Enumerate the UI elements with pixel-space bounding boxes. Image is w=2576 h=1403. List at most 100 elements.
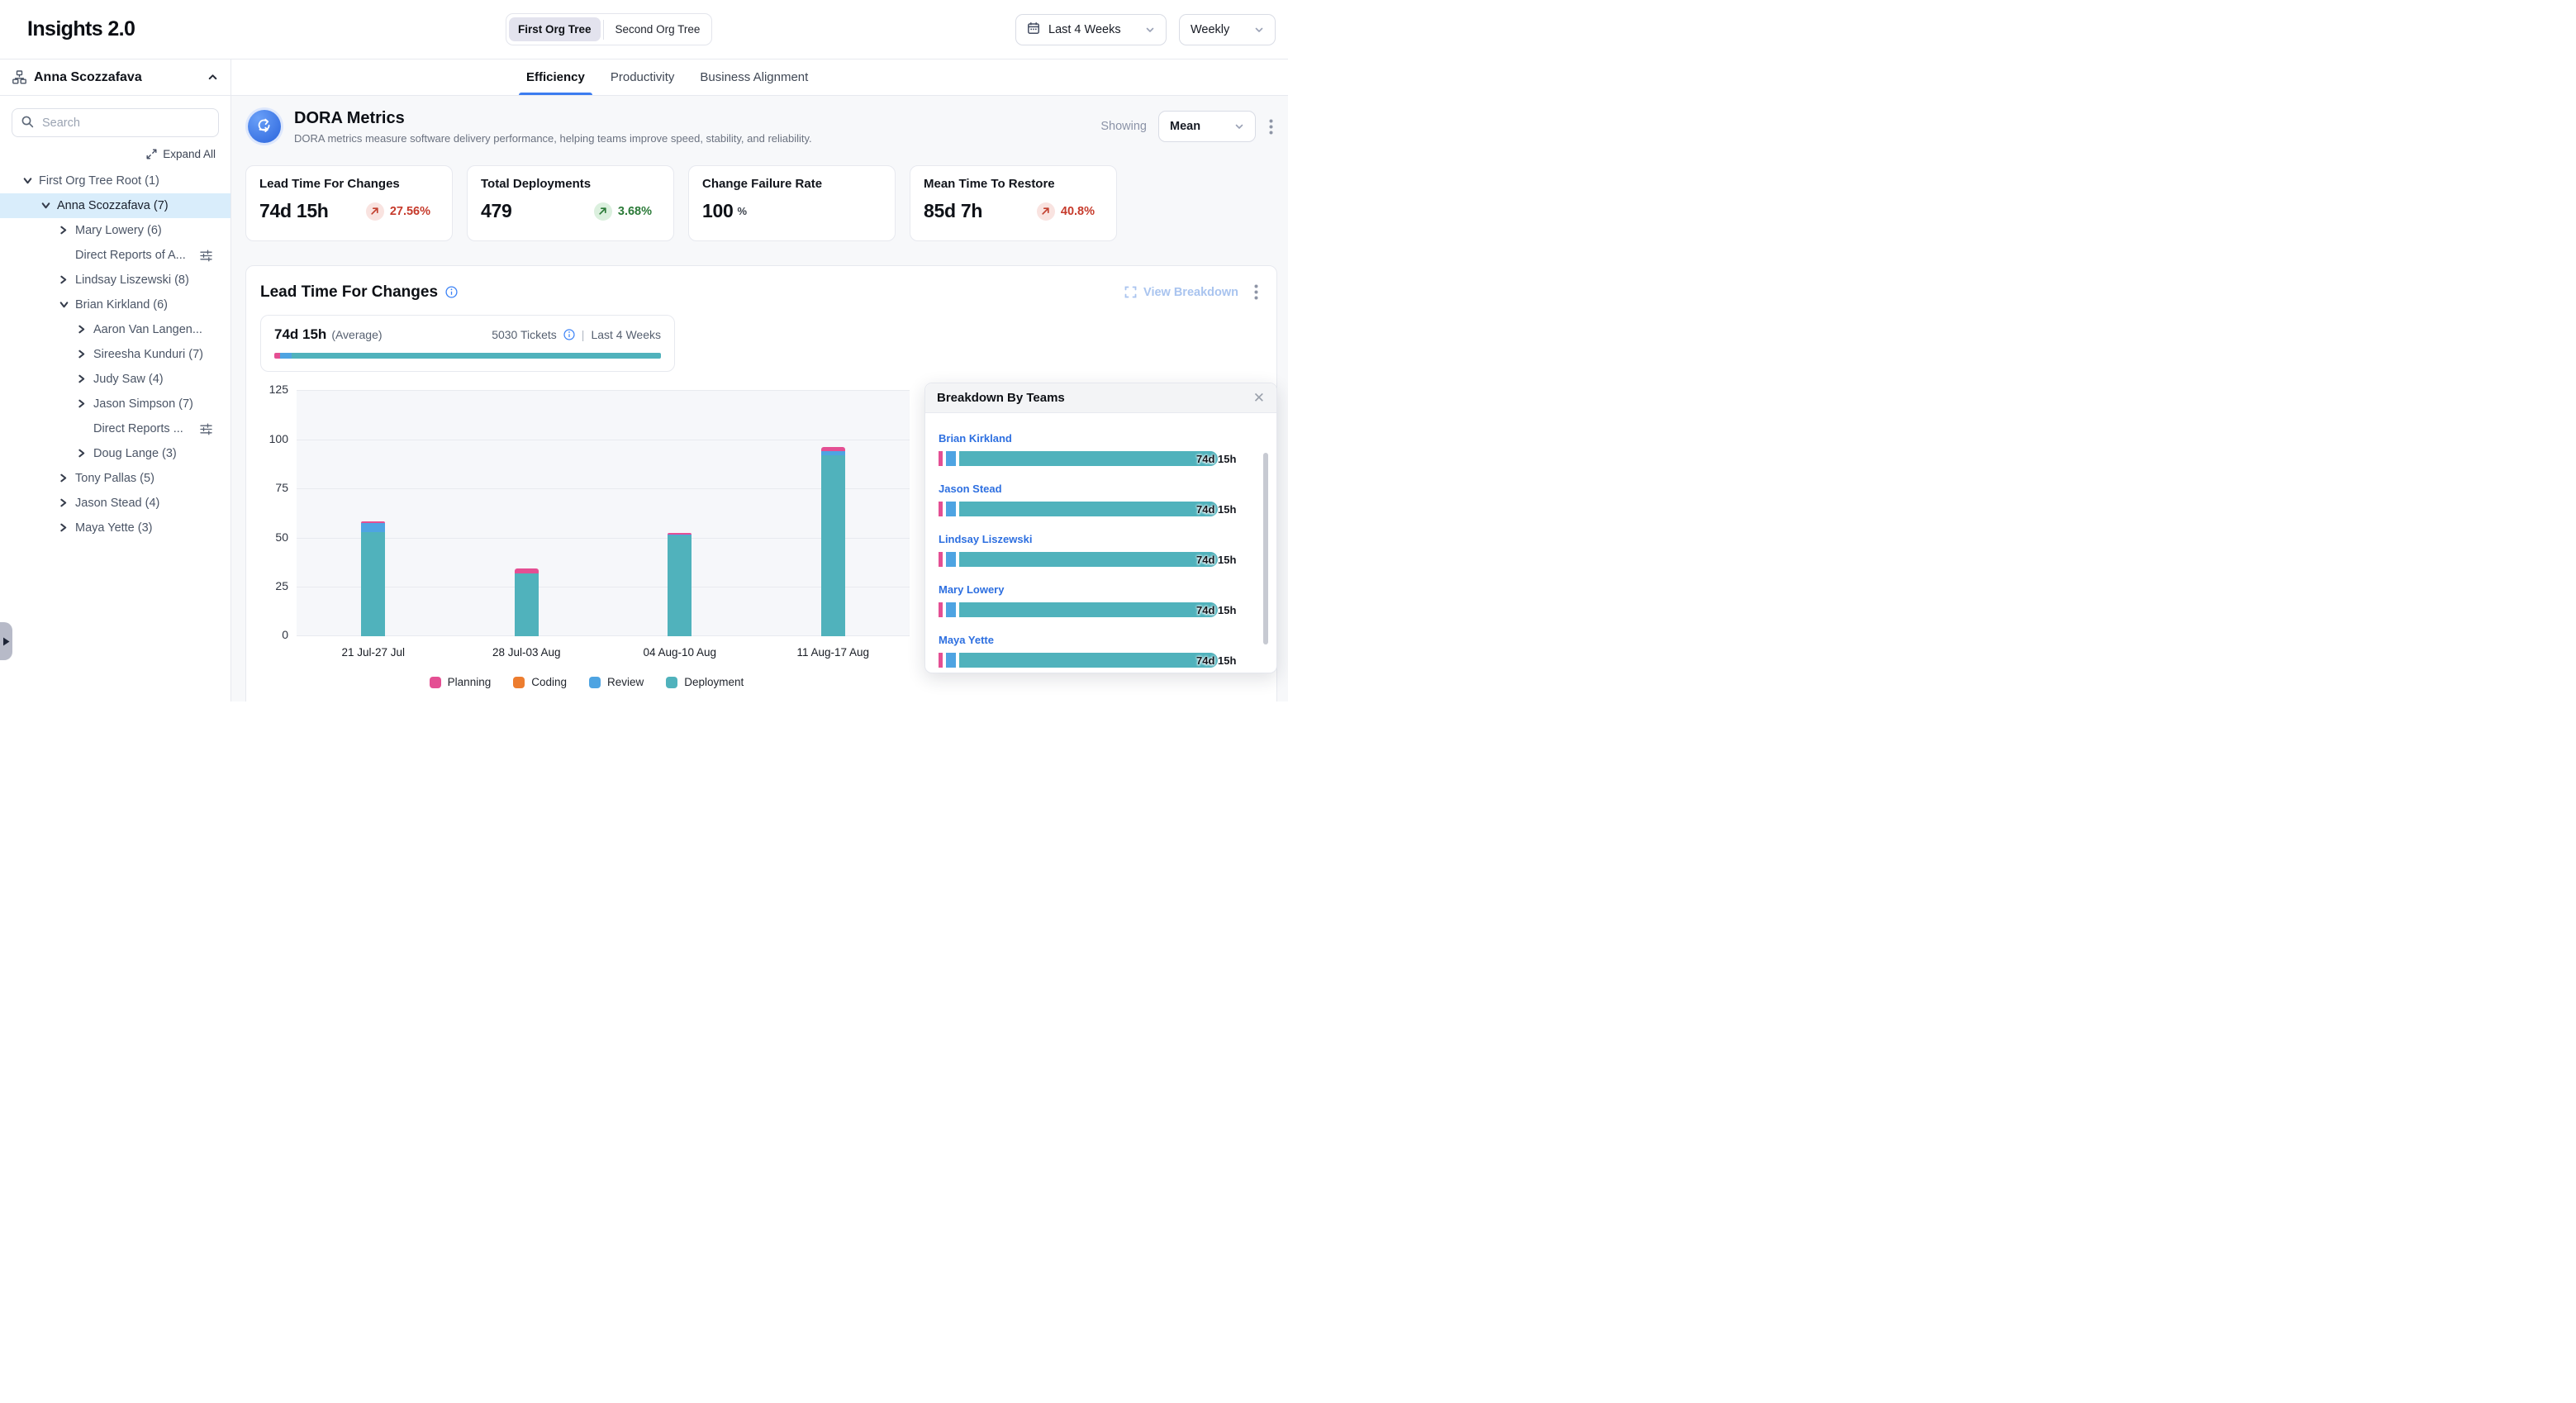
legend-swatch	[589, 677, 601, 688]
sidebar-item-tony-pallas-5[interactable]: Tony Pallas (5)	[0, 466, 231, 491]
chevron-right-icon[interactable]	[58, 225, 69, 236]
bar-segment-review	[361, 523, 385, 532]
close-icon[interactable]: ✕	[1253, 391, 1265, 405]
chevron-right-icon[interactable]	[58, 473, 69, 484]
chevron-down-icon[interactable]	[21, 175, 33, 187]
chevron-right-icon[interactable]	[58, 522, 69, 534]
breakdown-value: 74d 15h	[1196, 453, 1236, 465]
sidebar-item-maya-yette-3[interactable]: Maya Yette (3)	[0, 516, 231, 540]
summary-meta: 5030 Tickets | Last 4 Weeks	[492, 328, 661, 341]
breakdown-team-link[interactable]: Maya Yette	[939, 634, 994, 646]
info-icon[interactable]	[445, 286, 458, 298]
trend-badge: 40.8%	[1037, 202, 1095, 221]
legend-label: Deployment	[684, 676, 744, 688]
chevron-down-icon	[1145, 25, 1155, 35]
tab-bar: Efficiency Productivity Business Alignment	[231, 59, 1288, 96]
sidebar-item-jason-simpson-7[interactable]: Jason Simpson (7)	[0, 392, 231, 416]
chevron-right-icon[interactable]	[58, 497, 69, 509]
breakdown-stacked-bar: 74d 15h	[939, 602, 1218, 617]
legend-item-coding: Coding	[513, 676, 567, 688]
calendar-icon	[1027, 21, 1040, 38]
tab-efficiency[interactable]: Efficiency	[524, 59, 587, 95]
summary-bar-segment-deployment	[292, 353, 661, 359]
sidebar-item-sireesha-kunduri-7[interactable]: Sireesha Kunduri (7)	[0, 342, 231, 367]
sidebar-item-mary-lowery-6[interactable]: Mary Lowery (6)	[0, 218, 231, 243]
chart-bar-21-jul-27-jul	[361, 521, 385, 636]
kebab-menu-icon[interactable]	[1252, 283, 1260, 302]
sidebar-collapse-chevron[interactable]	[207, 72, 218, 83]
chevron-down-icon[interactable]	[40, 200, 51, 212]
breakdown-value: 74d 15h	[1196, 554, 1236, 566]
chevron-down-icon[interactable]	[58, 299, 69, 311]
legend-item-review: Review	[589, 676, 644, 688]
sidebar-item-direct-reports[interactable]: Direct Reports ...	[0, 416, 231, 441]
breakdown-team-link[interactable]: Lindsay Liszewski	[939, 533, 1032, 545]
legend-swatch	[666, 677, 677, 688]
date-range-dropdown[interactable]: Last 4 Weeks	[1015, 14, 1167, 45]
sidebar-item-anna-scozzafava-7[interactable]: Anna Scozzafava (7)	[0, 193, 231, 218]
bar-segment-deployment	[959, 602, 1218, 617]
tree-item-label: First Org Tree Root (1)	[39, 174, 159, 188]
breakdown-team-link[interactable]: Mary Lowery	[939, 583, 1004, 596]
sidebar-item-direct-reports-of-a[interactable]: Direct Reports of A...	[0, 243, 231, 268]
sidebar-item-lindsay-liszewski-8[interactable]: Lindsay Liszewski (8)	[0, 268, 231, 292]
breakdown-panel-title: Breakdown By Teams	[937, 391, 1065, 405]
filter-icon[interactable]	[200, 250, 212, 262]
info-icon[interactable]	[563, 329, 575, 340]
chevron-right-icon[interactable]	[76, 324, 88, 335]
app-window: Insights 2.0 First Org Tree Second Org T…	[0, 0, 1288, 702]
breakdown-row-mary-lowery: Mary Lowery 74d 15h	[939, 583, 1257, 617]
x-axis-label: 28 Jul-03 Aug	[452, 646, 601, 659]
chevron-down-icon	[1254, 25, 1264, 35]
chevron-right-icon[interactable]	[58, 274, 69, 286]
gridline	[297, 635, 910, 636]
breakdown-panel-header: Breakdown By Teams ✕	[925, 383, 1276, 413]
main-area: Efficiency Productivity Business Alignment…	[231, 59, 1288, 702]
tree-item-label: Sireesha Kunduri (7)	[93, 348, 203, 361]
sidebar-item-judy-saw-4[interactable]: Judy Saw (4)	[0, 367, 231, 392]
x-axis-label: 04 Aug-10 Aug	[606, 646, 754, 659]
sidebar-item-brian-kirkland-6[interactable]: Brian Kirkland (6)	[0, 292, 231, 317]
view-breakdown-button[interactable]: View Breakdown	[1124, 286, 1238, 299]
sidebar-expand-handle[interactable]	[0, 622, 12, 660]
bar-segment-deployment	[515, 573, 539, 636]
metric-card-title: Change Failure Rate	[702, 177, 882, 191]
sidebar-item-aaron-van-langen[interactable]: Aaron Van Langen...	[0, 317, 231, 342]
chevron-right-icon[interactable]	[76, 398, 88, 410]
org-tree-toggle-first[interactable]: First Org Tree	[509, 17, 601, 41]
org-tree: First Org Tree Root (1) Anna Scozzafava (…	[0, 164, 231, 545]
org-tree-toggle-second[interactable]: Second Org Tree	[606, 17, 710, 41]
bar-segment-deployment	[959, 451, 1218, 466]
bar-segment-review	[946, 552, 956, 567]
dora-titles: DORA Metrics DORA metrics measure softwa…	[294, 109, 812, 145]
caret-right-icon	[2, 637, 10, 646]
search-input[interactable]	[12, 108, 219, 137]
scrollbar-thumb[interactable]	[1263, 453, 1268, 644]
search-icon	[21, 115, 35, 133]
org-tree-icon	[12, 70, 26, 84]
chevron-right-icon[interactable]	[76, 373, 88, 385]
chevron-right-icon[interactable]	[76, 448, 88, 459]
chevron-right-icon[interactable]	[76, 349, 88, 360]
chart-bar-28-jul-03-aug	[515, 568, 539, 636]
tab-productivity[interactable]: Productivity	[608, 59, 677, 95]
sidebar-item-jason-stead-4[interactable]: Jason Stead (4)	[0, 491, 231, 516]
sidebar-item-doug-lange-3[interactable]: Doug Lange (3)	[0, 441, 231, 466]
expand-all-button[interactable]: Expand All	[146, 148, 216, 160]
breakdown-team-link[interactable]: Jason Stead	[939, 483, 1002, 495]
bar-segment-review	[946, 502, 956, 516]
filter-icon[interactable]	[200, 423, 212, 435]
bar-segment-review	[946, 451, 956, 466]
tab-business-alignment[interactable]: Business Alignment	[697, 59, 810, 95]
granularity-dropdown[interactable]: Weekly	[1179, 14, 1276, 45]
expand-all-row: Expand All	[0, 140, 231, 164]
breakdown-team-link[interactable]: Brian Kirkland	[939, 432, 1012, 445]
chart-legend: PlanningCodingReviewDeployment	[260, 676, 913, 688]
sidebar: Anna Scozzafava Expand All First Org Tre…	[0, 59, 231, 702]
gridline	[297, 488, 910, 489]
sidebar-item-first-org-tree-root-1[interactable]: First Org Tree Root (1)	[0, 169, 231, 193]
kebab-menu-icon[interactable]	[1267, 117, 1275, 136]
showing-dropdown[interactable]: Mean	[1158, 111, 1256, 142]
lead-time-chart: 025507510012521 Jul-27 Jul28 Jul-03 Aug0…	[297, 390, 910, 636]
summary-bar-segment-planning	[274, 353, 280, 359]
